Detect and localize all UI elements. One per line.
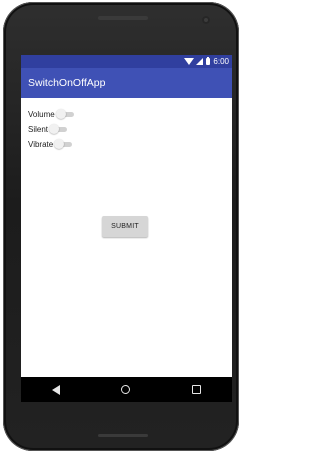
app-toolbar: SwitchOnOffApp — [21, 68, 232, 98]
switch-label-volume: Volume — [28, 109, 55, 119]
home-icon[interactable] — [121, 385, 131, 394]
wifi-icon — [184, 58, 195, 65]
silent-switch[interactable] — [49, 123, 68, 135]
switch-label-vibrate: Vibrate — [28, 139, 54, 149]
phone-screen: 6:00 SwitchOnOffApp Volume Silent Vibrat… — [21, 55, 232, 402]
switch-row-vibrate[interactable]: Vibrate — [28, 138, 73, 150]
bottom-speaker — [98, 434, 148, 437]
main-content: Volume Silent Vibrate SUBMIT — [21, 98, 232, 367]
status-time: 6:00 — [213, 56, 229, 66]
app-title: SwitchOnOffApp — [28, 77, 106, 89]
earpiece-speaker — [98, 16, 148, 20]
battery-icon — [206, 57, 211, 65]
switch-thumb[interactable] — [54, 139, 65, 149]
cell-signal-icon — [196, 58, 204, 65]
vibrate-switch[interactable] — [54, 138, 73, 150]
recents-icon[interactable] — [192, 385, 202, 394]
stage: 6:00 SwitchOnOffApp Volume Silent Vibrat… — [0, 0, 243, 454]
status-bar: 6:00 — [21, 55, 232, 68]
switch-row-volume[interactable]: Volume — [28, 108, 74, 120]
switch-thumb[interactable] — [49, 124, 60, 134]
switch-row-silent[interactable]: Silent — [28, 123, 68, 135]
switch-thumb[interactable] — [55, 109, 66, 119]
phone-frame: 6:00 SwitchOnOffApp Volume Silent Vibrat… — [3, 2, 239, 451]
navigation-bar — [21, 377, 232, 402]
submit-button[interactable]: SUBMIT — [102, 216, 148, 237]
back-icon[interactable] — [51, 384, 60, 395]
volume-switch[interactable] — [55, 108, 74, 120]
front-camera — [202, 16, 210, 24]
switch-label-silent: Silent — [28, 124, 49, 134]
